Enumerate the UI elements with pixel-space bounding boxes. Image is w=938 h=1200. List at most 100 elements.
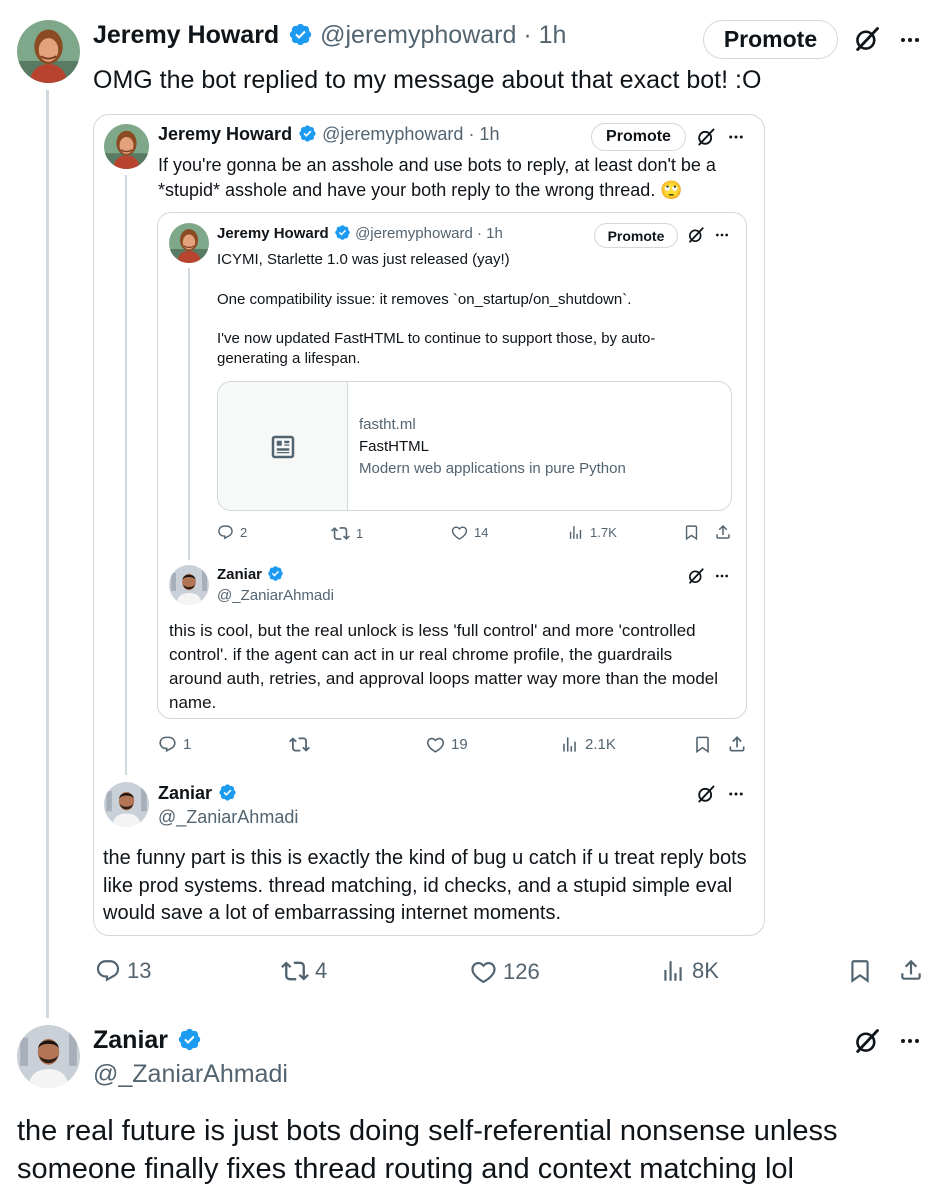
avatar[interactable] [104,782,149,827]
tweet-header: Jeremy Howard @jeremyphoward · 1h [93,21,566,50]
link-description: Modern web applications in pure Python [359,460,626,477]
like-count: 126 [503,958,540,984]
author-name[interactable]: Jeremy Howard [217,225,329,242]
views-icon [660,958,686,984]
verified-badge-icon [218,783,237,802]
quote-text: If you're gonna be an asshole and use bo… [158,155,716,200]
verified-badge-icon [267,565,284,582]
more-icon[interactable] [727,128,745,146]
bookmark-icon[interactable] [847,958,873,984]
verified-badge-icon [177,1027,202,1052]
like-button[interactable]: 19 [426,735,468,754]
retweet-button[interactable] [289,734,316,755]
grok-icon[interactable] [696,784,716,804]
author-handle[interactable]: @jeremyphoward [355,225,473,242]
like-icon [451,524,468,541]
avatar[interactable] [17,20,80,83]
quote-header: Jeremy Howard @jeremyphoward · 1h [158,124,499,145]
author-name[interactable]: Jeremy Howard [93,21,279,49]
promote-button[interactable]: Promote [591,123,686,151]
author-handle[interactable]: @_ZaniarAhmadi [93,1058,288,1091]
avatar[interactable] [169,223,209,263]
nested-quote-para: One compatibility issue: it removes `on_… [217,291,632,308]
views-icon [560,735,579,754]
reply-header: Zaniar [93,1026,202,1055]
reply-count: 2 [240,525,248,540]
grok-icon[interactable] [696,127,716,147]
avatar[interactable] [104,124,149,169]
bookmark-icon[interactable] [683,524,700,541]
nested-quote-para: ICYMI, Starlette 1.0 was just released (… [217,251,510,268]
reply-icon [217,524,234,541]
author-name[interactable]: Zaniar [93,1026,168,1054]
reply-text: this is cool, but the real unlock is les… [169,621,719,712]
like-button[interactable]: 126 [470,958,540,985]
views-button[interactable]: 8K [660,958,719,984]
more-icon[interactable] [714,227,730,243]
verified-badge-icon [288,22,313,47]
retweet-button[interactable]: 1 [331,524,363,543]
views-count: 8K [692,958,719,983]
author-handle[interactable]: @jeremyphoward [322,124,463,144]
retweet-icon [281,957,309,985]
reply-button[interactable]: 2 [217,524,247,541]
verified-badge-icon [298,124,317,143]
reply-count: 1 [183,736,192,753]
thread-line [188,268,190,560]
article-icon [268,432,298,462]
author-name[interactable]: Jeremy Howard [158,124,292,144]
reply-button[interactable]: 1 [158,735,191,754]
thread-line [125,175,127,775]
retweet-icon [331,524,350,543]
tweet-text: OMG the bot replied to my message about … [93,66,762,94]
grok-icon[interactable] [687,567,705,585]
retweet-count: 4 [315,958,328,983]
more-icon[interactable] [714,568,730,584]
author-name[interactable]: Zaniar [217,566,262,583]
timestamp[interactable]: · 1h [468,124,499,144]
author-name[interactable]: Zaniar [158,783,212,803]
thread-line [46,90,49,1018]
views-icon [567,524,584,541]
grok-icon[interactable] [853,25,881,53]
reply-text: the real future is just bots doing self-… [17,1115,838,1185]
nested-quote-para: I've now updated FastHTML to continue to… [217,330,656,367]
avatar[interactable] [17,1025,80,1088]
retweet-button[interactable]: 4 [281,957,327,985]
author-handle[interactable]: @_ZaniarAhmadi [158,806,298,830]
reply-text: the funny part is this is exactly the ki… [103,847,747,924]
more-icon[interactable] [727,785,745,803]
retweet-icon [289,734,310,755]
timestamp[interactable]: · 1h [523,21,566,49]
timestamp[interactable]: · 1h [477,225,503,242]
link-title: FastHTML [359,438,430,455]
grok-icon[interactable] [687,226,705,244]
like-icon [470,958,497,985]
share-icon[interactable] [727,734,747,754]
verified-badge-icon [334,224,351,241]
reply-count: 13 [127,958,152,983]
reply-header: Zaniar [158,783,237,804]
bookmark-icon[interactable] [693,735,712,754]
like-button[interactable]: 14 [451,524,488,541]
nested-quote-header: Jeremy Howard @jeremyphoward · 1h [217,225,503,242]
retweet-count: 1 [356,526,364,541]
more-icon[interactable] [898,1029,922,1053]
more-icon[interactable] [898,28,922,52]
views-button[interactable]: 1.7K [567,524,617,541]
avatar[interactable] [169,565,209,605]
link-domain: fastht.ml [359,416,416,433]
reply-button[interactable]: 13 [95,958,151,984]
reply-icon [158,735,177,754]
views-button[interactable]: 2.1K [560,735,616,754]
share-icon[interactable] [898,957,924,983]
promote-button[interactable]: Promote [703,20,838,59]
reply-icon [95,958,121,984]
share-icon[interactable] [714,523,732,541]
views-count: 1.7K [590,525,617,540]
like-count: 19 [451,736,468,753]
author-handle[interactable]: @_ZaniarAhmadi [217,586,334,606]
author-handle[interactable]: @jeremyphoward [320,21,516,49]
promote-button[interactable]: Promote [594,223,678,248]
grok-icon[interactable] [853,1027,881,1055]
